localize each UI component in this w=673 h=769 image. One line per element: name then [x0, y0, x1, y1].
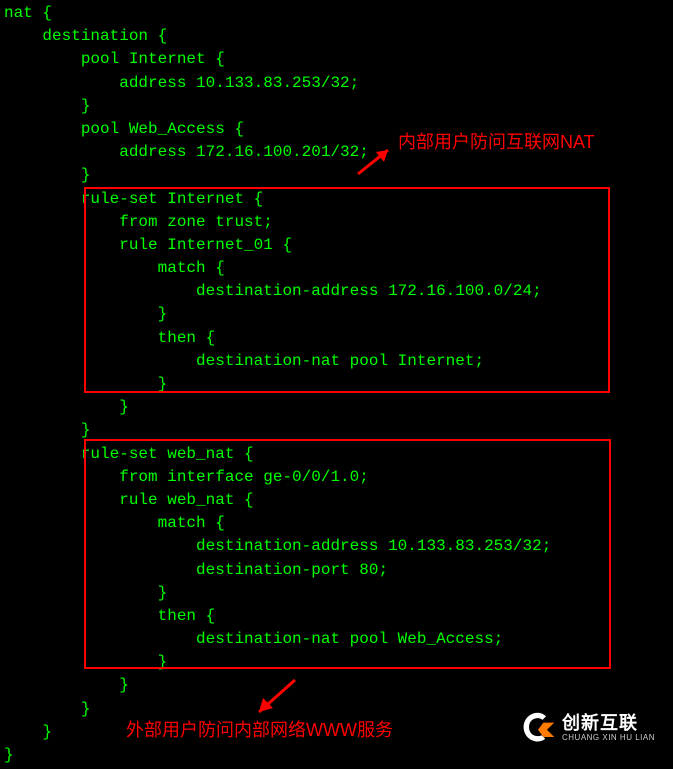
code-line: destination { — [4, 27, 167, 45]
code-line: match { — [4, 514, 225, 532]
logo-subtitle: CHUANG XIN HU LIAN — [562, 734, 655, 743]
code-line: } — [4, 676, 129, 694]
code-line: } — [4, 421, 90, 439]
code-line: then { — [4, 329, 215, 347]
logo-icon — [520, 710, 556, 746]
code-line: address 172.16.100.201/32; — [4, 143, 369, 161]
code-line: match { — [4, 259, 225, 277]
code-line: then { — [4, 607, 215, 625]
code-line: } — [4, 375, 167, 393]
code-line: } — [4, 653, 167, 671]
code-line: destination-port 80; — [4, 561, 388, 579]
code-line: } — [4, 723, 52, 741]
logo-text: 创新互联 CHUANG XIN HU LIAN — [562, 714, 655, 743]
code-line: pool Web_Access { — [4, 120, 244, 138]
code-line: } — [4, 97, 90, 115]
code-line: destination-address 172.16.100.0/24; — [4, 282, 542, 300]
code-line: from interface ge-0/0/1.0; — [4, 468, 369, 486]
code-line: } — [4, 398, 129, 416]
code-line: } — [4, 305, 167, 323]
code-line: pool Internet { — [4, 50, 225, 68]
code-line: rule web_nat { — [4, 491, 254, 509]
code-line: nat { — [4, 4, 52, 22]
code-line: destination-nat pool Internet; — [4, 352, 484, 370]
annotation-top: 内部用户防问互联网NAT — [398, 128, 595, 154]
logo-title: 创新互联 — [562, 714, 655, 734]
code-line: rule Internet_01 { — [4, 236, 292, 254]
code-line: destination-nat pool Web_Access; — [4, 630, 503, 648]
code-line: rule-set web_nat { — [4, 445, 254, 463]
code-line: } — [4, 700, 90, 718]
code-line: } — [4, 584, 167, 602]
code-line: } — [4, 166, 90, 184]
code-line: destination-address 10.133.83.253/32; — [4, 537, 551, 555]
code-line: rule-set Internet { — [4, 190, 263, 208]
code-line: address 10.133.83.253/32; — [4, 74, 359, 92]
code-line: from zone trust; — [4, 213, 273, 231]
watermark-logo: 创新互联 CHUANG XIN HU LIAN — [520, 710, 655, 746]
code-line: } — [4, 746, 14, 764]
config-code-block: nat { destination { pool Internet { addr… — [0, 0, 673, 769]
annotation-bottom: 外部用户防问内部网络WWW服务 — [126, 716, 393, 742]
